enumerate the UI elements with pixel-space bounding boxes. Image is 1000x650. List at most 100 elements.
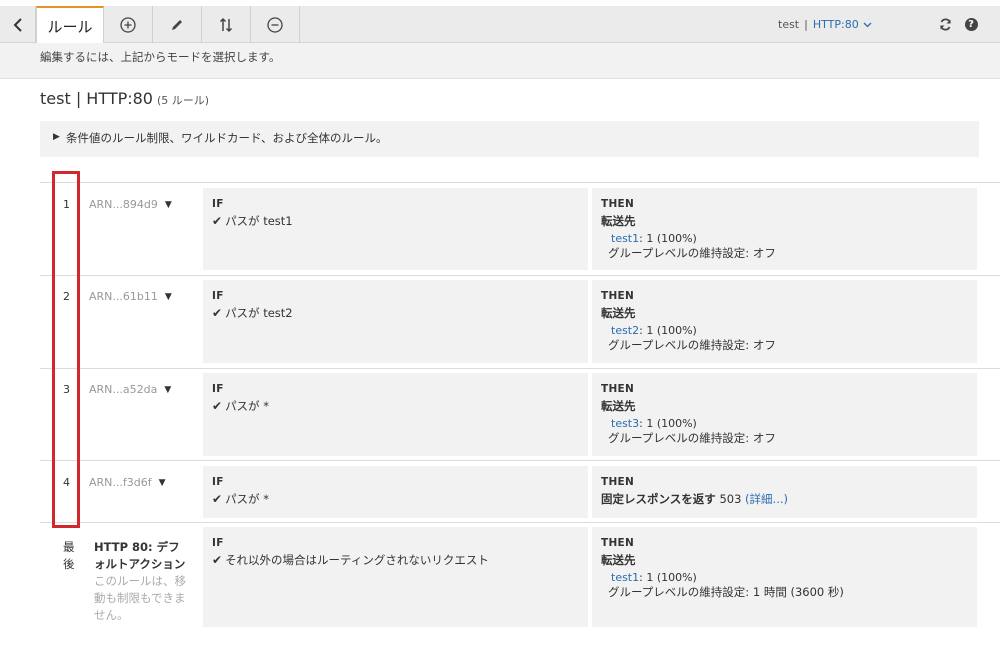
divider <box>40 460 1000 461</box>
target-group-link[interactable]: test2 <box>611 324 639 337</box>
condition-line: ✔ それ以外の場合はルーティングされないリクエスト <box>212 552 579 568</box>
rule-arn-text: ARN...a52da <box>89 383 158 396</box>
target-group-weight: : 1 (100%) <box>639 232 697 245</box>
target-group-weight: : 1 (100%) <box>639 571 697 584</box>
check-icon: ✔ <box>212 214 223 228</box>
rule-row-2[interactable]: 2 ARN...61b11 ▼ IF ✔ パスが test2 THEN 転送先 te… <box>40 280 1000 368</box>
rule-arn[interactable]: ARN...a52da ▼ <box>89 383 171 396</box>
condition-line: ✔ パスが test2 <box>212 305 579 321</box>
action-title: 転送先 <box>601 306 636 320</box>
action-title: 固定レスポンスを返す <box>601 492 716 506</box>
listener-selector[interactable]: test | HTTP:80 <box>778 6 872 43</box>
refresh-icon <box>939 18 951 31</box>
stickiness-setting: グループレベルの維持設定: オフ <box>608 338 776 352</box>
target-group-link[interactable]: test1 <box>611 232 639 245</box>
response-code: 503 <box>719 492 742 506</box>
if-label: IF <box>212 537 224 549</box>
fixed-response-line: 固定レスポンスを返す 503 (詳細...) <box>601 491 968 507</box>
condition-line: ✔ パスが * <box>212 398 579 414</box>
default-rule-note: このルールは、移動も制限もできません。 <box>94 574 186 622</box>
then-label: THEN <box>601 383 635 395</box>
target-group-line: test3: 1 (100%) <box>611 417 968 430</box>
then-label: THEN <box>601 198 635 210</box>
rule-condition: IF ✔ パスが test1 <box>203 188 588 270</box>
rule-arn-text: ARN...61b11 <box>89 290 158 303</box>
rule-row-1[interactable]: 1 ARN...894d9 ▼ IF ✔ パスが test1 THEN 転送先 te… <box>40 188 1000 275</box>
check-icon: ✔ <box>212 492 223 506</box>
caret-down-icon: ▼ <box>158 477 166 488</box>
rule-action: THEN 転送先 test1: 1 (100%) グループレベルの維持設定: 1… <box>592 527 977 627</box>
rule-action: THEN 転送先 test2: 1 (100%) グループレベルの維持設定: オ… <box>592 280 977 363</box>
back-button[interactable] <box>0 6 36 43</box>
condition-text: パスが test1 <box>225 214 293 228</box>
rule-row-3[interactable]: 3 ARN...a52da ▼ IF ✔ パスが * THEN 転送先 test3:… <box>40 373 1000 460</box>
listener-separator: | <box>804 18 808 31</box>
rule-arn[interactable]: ARN...61b11 ▼ <box>89 290 172 303</box>
divider <box>40 182 1000 183</box>
rule-action: THEN 固定レスポンスを返す 503 (詳細...) <box>592 466 977 518</box>
then-label: THEN <box>601 290 635 302</box>
tab-rules[interactable]: ルール <box>36 6 104 44</box>
rule-row-4[interactable]: 4 ARN...f3d6f ▼ IF ✔ パスが * THEN 固定レスポンスを返す… <box>40 466 1000 521</box>
help-button[interactable]: ? <box>963 6 979 43</box>
if-label: IF <box>212 290 224 302</box>
reorder-rules-button[interactable] <box>202 6 251 43</box>
target-group-weight: : 1 (100%) <box>639 324 697 337</box>
sort-arrows-icon <box>219 17 233 32</box>
target-group-line: test1: 1 (100%) <box>611 232 968 245</box>
check-icon: ✔ <box>212 306 223 320</box>
condition-line: ✔ パスが test1 <box>212 213 579 229</box>
check-icon: ✔ <box>212 553 223 567</box>
rule-arn-text: ARN...894d9 <box>89 198 158 211</box>
target-group-link[interactable]: test3 <box>611 417 639 430</box>
default-rule-name: HTTP 80: デフォルトアクション <box>94 540 186 571</box>
condition-text: それ以外の場合はルーティングされないリクエスト <box>225 553 489 567</box>
target-group-link[interactable]: test1 <box>611 571 639 584</box>
rule-arn[interactable]: ARN...894d9 ▼ <box>89 198 172 211</box>
divider <box>40 275 1000 276</box>
chevron-left-icon <box>13 17 22 32</box>
priority-column-highlight <box>52 171 80 528</box>
check-icon: ✔ <box>212 399 223 413</box>
if-label: IF <box>212 198 224 210</box>
delete-rule-button[interactable] <box>251 6 300 43</box>
action-title: 転送先 <box>601 553 636 567</box>
refresh-button[interactable] <box>938 6 952 43</box>
add-rule-button[interactable] <box>104 6 153 43</box>
rule-limits-expander[interactable]: ▶ 条件値のルール制限、ワイルドカード、および全体のルール。 <box>40 121 979 157</box>
divider <box>40 368 1000 369</box>
rule-count: (5 ルール) <box>156 94 210 107</box>
mode-hint-bar: 編集するには、上記からモードを選択します。 <box>0 43 1000 79</box>
rule-arn[interactable]: ARN...f3d6f ▼ <box>89 476 166 489</box>
details-link[interactable]: (詳細...) <box>745 492 788 506</box>
rule-action: THEN 転送先 test1: 1 (100%) グループレベルの維持設定: オ… <box>592 188 977 270</box>
edit-rule-button[interactable] <box>153 6 202 43</box>
if-label: IF <box>212 476 224 488</box>
caret-down-icon: ▼ <box>164 199 172 210</box>
then-label: THEN <box>601 537 635 549</box>
action-title: 転送先 <box>601 214 636 228</box>
stickiness-label: グループレベルの維持設定: <box>608 585 750 599</box>
rule-condition: IF ✔ パスが test2 <box>203 280 588 363</box>
target-group-weight: : 1 (100%) <box>639 417 697 430</box>
default-rule-row: 最後 HTTP 80: デフォルトアクション このルールは、移動も制限もできませ… <box>40 527 1000 630</box>
divider <box>40 522 1000 523</box>
condition-text: パスが test2 <box>225 306 293 320</box>
rule-arn-text: ARN...f3d6f <box>89 476 152 489</box>
default-rule-label: 最後 <box>63 540 75 571</box>
tab-rules-label: ルール <box>47 17 93 36</box>
condition-text: パスが * <box>225 492 269 506</box>
rule-condition: IF ✔ パスが * <box>203 373 588 456</box>
rule-condition: IF ✔ パスが * <box>203 466 588 518</box>
caret-down-icon: ▼ <box>164 291 172 302</box>
minus-circle-icon <box>267 16 283 33</box>
rule-limits-text: 条件値のルール制限、ワイルドカード、および全体のルール。 <box>66 131 388 145</box>
target-group-line: test1: 1 (100%) <box>611 571 968 584</box>
help-icon: ? <box>964 18 978 31</box>
stickiness-setting: グループレベルの維持設定: オフ <box>608 431 776 445</box>
condition-line: ✔ パスが * <box>212 491 579 507</box>
page-title: test | HTTP:80 (5 ルール) <box>40 89 209 108</box>
if-label: IF <box>212 383 224 395</box>
listener-title: test | HTTP:80 <box>40 89 153 108</box>
caret-down-icon: ▼ <box>164 384 172 395</box>
